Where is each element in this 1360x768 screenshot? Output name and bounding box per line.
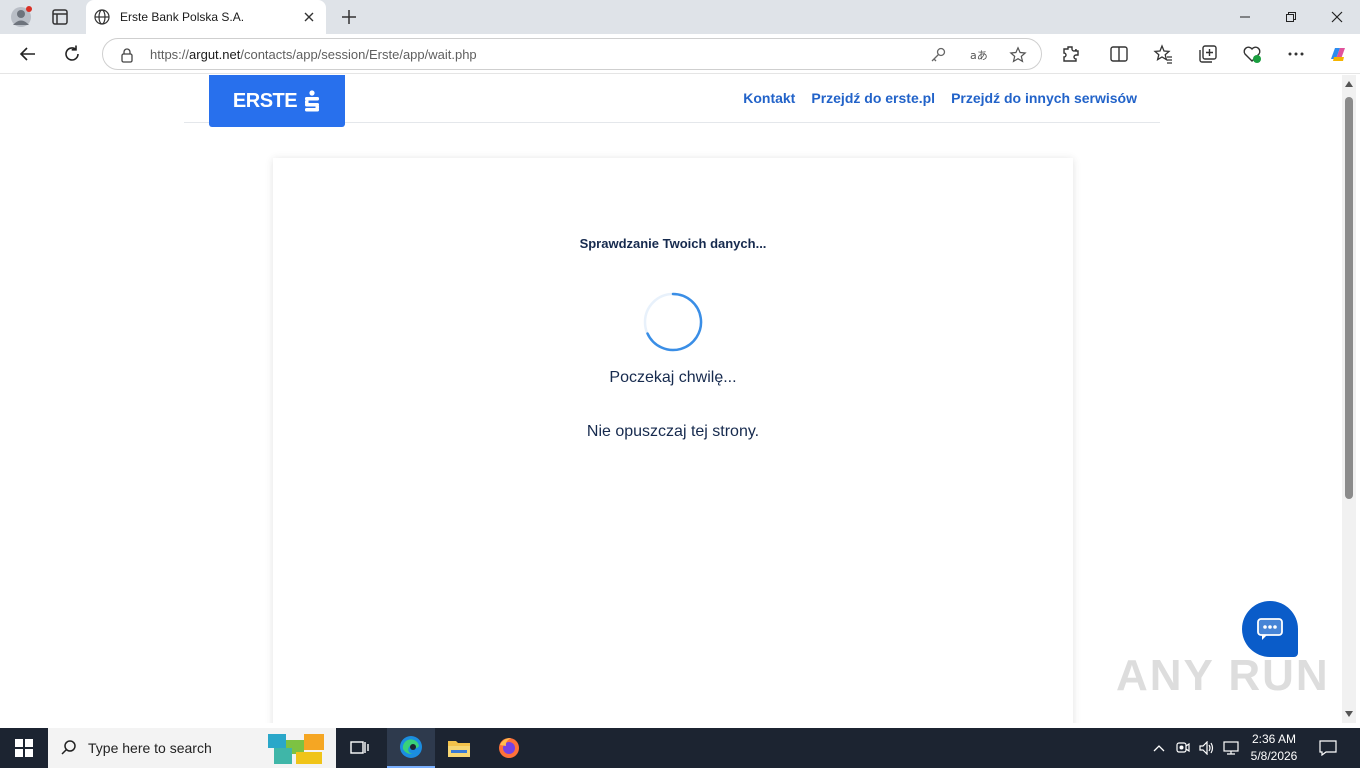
tray-camera-button[interactable] bbox=[1172, 728, 1194, 768]
network-icon bbox=[1223, 741, 1239, 755]
taskbar-file-explorer[interactable] bbox=[435, 728, 483, 768]
erste-logo[interactable]: ERSTE bbox=[209, 75, 345, 127]
globe-icon bbox=[94, 9, 110, 25]
clock-date: 5/8/2026 bbox=[1250, 749, 1298, 763]
translate-icon[interactable]: aあ bbox=[969, 46, 987, 64]
split-screen-icon[interactable] bbox=[1108, 43, 1130, 65]
more-menu-icon[interactable] bbox=[1285, 43, 1307, 65]
webcam-icon bbox=[1176, 742, 1190, 753]
taskbar-search-box[interactable]: Type here to search bbox=[48, 728, 336, 768]
lock-icon[interactable] bbox=[119, 47, 135, 63]
chevron-up-icon bbox=[1153, 745, 1165, 752]
nav-link-other-services[interactable]: Przejdź do innych serwisów bbox=[951, 90, 1137, 106]
address-bar[interactable]: https://argut.net/contacts/app/session/E… bbox=[102, 38, 1042, 70]
task-view-icon bbox=[350, 741, 369, 754]
profile-avatar-icon[interactable] bbox=[10, 6, 32, 28]
tray-overflow-button[interactable] bbox=[1148, 728, 1170, 768]
anyrun-watermark: ANY RUN bbox=[1116, 651, 1330, 700]
search-icon bbox=[61, 740, 76, 755]
active-tab[interactable]: Erste Bank Polska S.A. bbox=[86, 0, 326, 34]
minimize-button[interactable] bbox=[1222, 0, 1268, 34]
chat-button[interactable] bbox=[1242, 601, 1298, 657]
firefox-icon bbox=[499, 738, 519, 758]
favorite-star-icon[interactable] bbox=[1009, 46, 1027, 64]
taskbar-clock[interactable]: 2:36 AM 5/8/2026 bbox=[1244, 731, 1304, 765]
restore-button[interactable] bbox=[1268, 0, 1314, 34]
close-tab-icon[interactable] bbox=[302, 10, 316, 24]
browser-essentials-icon[interactable] bbox=[1241, 43, 1263, 65]
page-viewport: ERSTE Kontakt Przejdź do erste.pl Przejd… bbox=[4, 75, 1342, 723]
loading-spinner-icon bbox=[643, 292, 703, 352]
verification-card: Sprawdzanie Twoich danych... Poczekaj ch… bbox=[273, 158, 1073, 723]
scroll-down-arrow-icon[interactable] bbox=[1345, 711, 1353, 717]
extensions-icon[interactable] bbox=[1060, 43, 1082, 65]
logo-text: ERSTE bbox=[232, 89, 298, 112]
scroll-up-arrow-icon[interactable] bbox=[1345, 81, 1353, 87]
edge-browser-icon bbox=[400, 736, 422, 758]
notification-center-button[interactable] bbox=[1312, 728, 1344, 768]
url-text: https://argut.net/contacts/app/session/E… bbox=[150, 47, 477, 62]
collections-icon[interactable] bbox=[1197, 43, 1219, 65]
refresh-icon[interactable] bbox=[61, 43, 83, 65]
taskbar-edge[interactable] bbox=[387, 728, 435, 768]
verification-heading: Sprawdzanie Twoich danych... bbox=[579, 236, 767, 251]
minimize-icon bbox=[1240, 16, 1250, 18]
puzzle-pieces-icon bbox=[268, 734, 324, 764]
tab-actions-icon[interactable] bbox=[50, 7, 70, 27]
tab-title: Erste Bank Polska S.A. bbox=[120, 10, 245, 24]
svg-text:aあ: aあ bbox=[970, 49, 987, 62]
browser-toolbar: https://argut.net/contacts/app/session/E… bbox=[0, 34, 1360, 74]
tray-volume-button[interactable] bbox=[1196, 728, 1218, 768]
new-tab-icon[interactable] bbox=[340, 8, 358, 26]
back-arrow-icon[interactable] bbox=[17, 43, 39, 65]
close-icon bbox=[1331, 11, 1343, 23]
nav-link-erste-pl[interactable]: Przejdź do erste.pl bbox=[811, 90, 935, 106]
browser-tab-strip: Erste Bank Polska S.A. bbox=[0, 0, 1360, 34]
favorites-icon[interactable] bbox=[1152, 43, 1174, 65]
restore-icon bbox=[1286, 12, 1296, 22]
header-nav: Kontakt Przejdź do erste.pl Przejdź do i… bbox=[743, 90, 1137, 106]
close-window-button[interactable] bbox=[1314, 0, 1360, 34]
clock-time: 2:36 AM bbox=[1251, 732, 1297, 746]
scrollbar-thumb[interactable] bbox=[1345, 97, 1353, 499]
page-scrollbar[interactable] bbox=[1342, 75, 1356, 723]
key-icon[interactable] bbox=[929, 46, 947, 64]
taskbar-firefox[interactable] bbox=[485, 728, 533, 768]
notification-icon bbox=[1319, 740, 1337, 756]
sparkasse-logo-icon bbox=[305, 90, 320, 112]
chat-bubble-icon bbox=[1257, 618, 1283, 640]
task-view-button[interactable] bbox=[336, 728, 384, 768]
windows-taskbar: Type here to search 2:36 AM 5/8/2026 bbox=[0, 728, 1360, 768]
search-placeholder: Type here to search bbox=[88, 740, 212, 756]
folder-icon bbox=[448, 741, 470, 757]
stay-on-page-message: Nie opuszczaj tej strony. bbox=[586, 423, 760, 440]
nav-link-kontakt[interactable]: Kontakt bbox=[743, 90, 795, 106]
tray-network-button[interactable] bbox=[1220, 728, 1242, 768]
windows-logo-icon bbox=[15, 739, 33, 757]
wait-message: Poczekaj chwilę... bbox=[609, 369, 737, 386]
copilot-icon[interactable] bbox=[1327, 43, 1349, 65]
speaker-icon bbox=[1199, 741, 1214, 755]
start-button[interactable] bbox=[0, 728, 48, 768]
